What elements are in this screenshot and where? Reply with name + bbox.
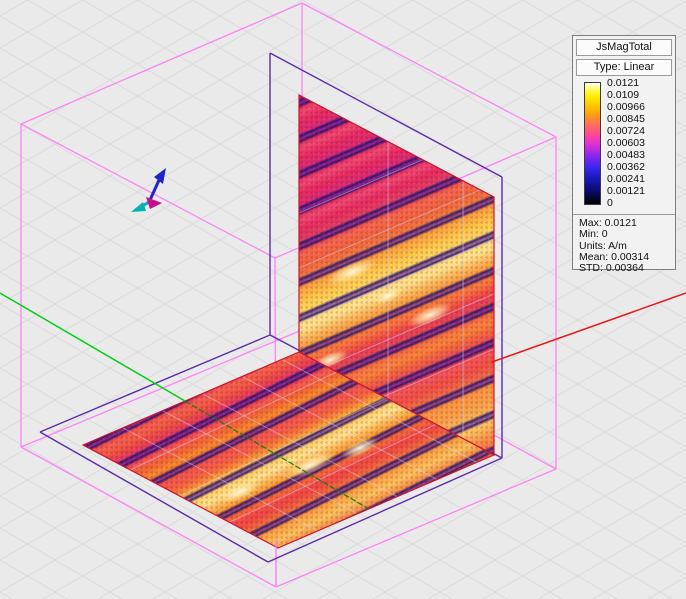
colorbar-tick: 0.00724 bbox=[607, 126, 645, 137]
colorbar-ticks: 0.01210.01090.009660.008450.007240.00603… bbox=[607, 78, 645, 209]
colorbar-tick: 0.0121 bbox=[607, 78, 645, 89]
field-legend: JsMagTotal Type: Linear 0.01210.01090.00… bbox=[572, 35, 676, 270]
colorbar-tick: 0.00121 bbox=[607, 186, 645, 197]
3d-viewport[interactable]: JsMagTotal Type: Linear 0.01210.01090.00… bbox=[0, 0, 686, 599]
colorbar-tick: 0.00362 bbox=[607, 162, 645, 173]
legend-stat-line: Min: 0 bbox=[579, 229, 675, 240]
legend-stats: Max: 0.0121Min: 0Units: A/mMean: 0.00314… bbox=[573, 214, 675, 274]
colorbar-tick: 0.0109 bbox=[607, 90, 645, 101]
colorbar-tick: 0.00241 bbox=[607, 174, 645, 185]
legend-title: JsMagTotal bbox=[576, 39, 672, 56]
colorbar-tick: 0.00483 bbox=[607, 150, 645, 161]
colorbar-tick: 0.00603 bbox=[607, 138, 645, 149]
colorbar-tick: 0.00966 bbox=[607, 102, 645, 113]
colorbar bbox=[584, 82, 601, 205]
legend-scale-type: Type: Linear bbox=[576, 59, 672, 76]
colorbar-tick: 0.00845 bbox=[607, 114, 645, 125]
legend-stat-line: STD: 0.00364 bbox=[579, 263, 675, 274]
colorbar-tick: 0 bbox=[607, 198, 645, 209]
colorbar-zone: 0.01210.01090.009660.008450.007240.00603… bbox=[576, 78, 672, 212]
